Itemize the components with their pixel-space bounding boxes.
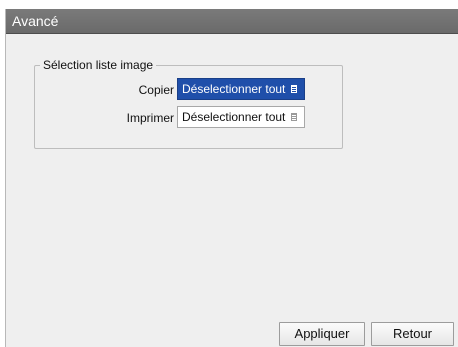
list-icon xyxy=(291,85,297,93)
copy-selection-combo[interactable]: Déselectionner tout xyxy=(177,78,305,100)
print-label: Imprimer xyxy=(126,111,174,125)
print-combo-value: Déselectionner tout xyxy=(182,110,286,124)
title-bar: Avancé xyxy=(6,9,458,34)
copy-label: Copier xyxy=(138,83,174,97)
copy-combo-value: Déselectionner tout xyxy=(182,82,286,96)
apply-button[interactable]: Appliquer xyxy=(279,322,365,346)
list-icon xyxy=(291,113,297,121)
advanced-window: Avancé Sélection liste image Copier Dése… xyxy=(5,9,458,347)
back-button[interactable]: Retour xyxy=(371,322,454,346)
window-title: Avancé xyxy=(12,13,59,29)
image-list-selection-group: Sélection liste image Copier Déselection… xyxy=(34,58,343,149)
group-legend: Sélection liste image xyxy=(40,58,157,72)
print-selection-combo[interactable]: Déselectionner tout xyxy=(177,106,305,128)
